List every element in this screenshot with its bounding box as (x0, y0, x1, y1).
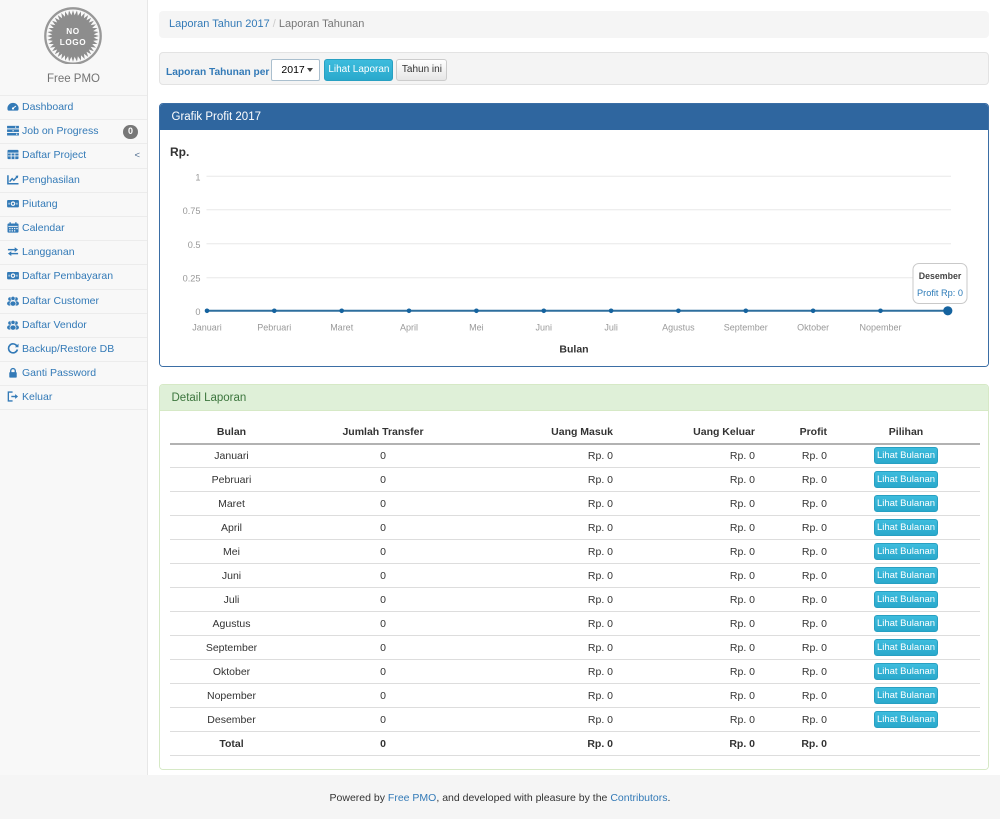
svg-text:0.5: 0.5 (188, 240, 201, 250)
svg-text:Mei: Mei (469, 323, 484, 333)
svg-text:September: September (724, 323, 768, 333)
svg-text:Juli: Juli (604, 323, 618, 333)
svg-text:Oktober: Oktober (797, 323, 829, 333)
svg-text:Profit Rp: 0: Profit Rp: 0 (917, 288, 963, 298)
svg-text:0.75: 0.75 (183, 206, 201, 216)
svg-text:Bulan: Bulan (559, 344, 588, 356)
svg-text:April: April (400, 323, 418, 333)
svg-text:Agustus: Agustus (662, 323, 695, 333)
svg-text:0: 0 (195, 307, 200, 317)
svg-text:Pebruari: Pebruari (257, 323, 291, 333)
svg-text:1: 1 (195, 172, 200, 182)
svg-text:0.25: 0.25 (183, 274, 201, 284)
svg-text:Nopember: Nopember (859, 323, 901, 333)
svg-text:Juni: Juni (536, 323, 553, 333)
svg-text:Desember: Desember (919, 271, 962, 281)
svg-text:Maret: Maret (330, 323, 354, 333)
svg-text:LOGO: LOGO (60, 38, 87, 47)
svg-text:Januari: Januari (192, 323, 222, 333)
svg-text:Rp.: Rp. (170, 145, 189, 159)
svg-text:NO: NO (66, 27, 80, 36)
